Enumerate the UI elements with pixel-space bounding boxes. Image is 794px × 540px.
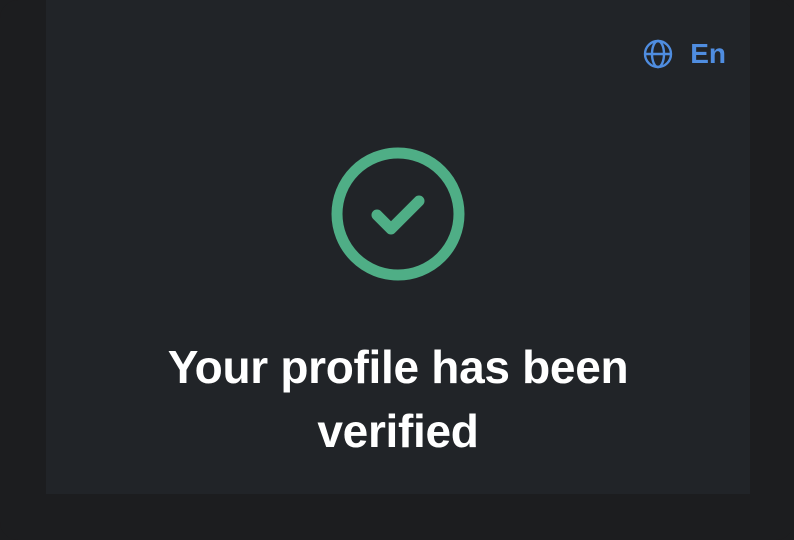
message-line-2: verified	[317, 405, 479, 457]
verification-message: Your profile has been verified	[46, 335, 750, 463]
language-selector[interactable]: En	[642, 36, 726, 72]
verification-panel: En Your profile has been verified	[46, 0, 750, 494]
globe-icon	[642, 38, 674, 70]
message-line-1: Your profile has been	[167, 341, 629, 393]
language-label: En	[690, 38, 726, 69]
check-circle-icon	[331, 147, 465, 281]
screen: En Your profile has been verified	[0, 0, 794, 540]
